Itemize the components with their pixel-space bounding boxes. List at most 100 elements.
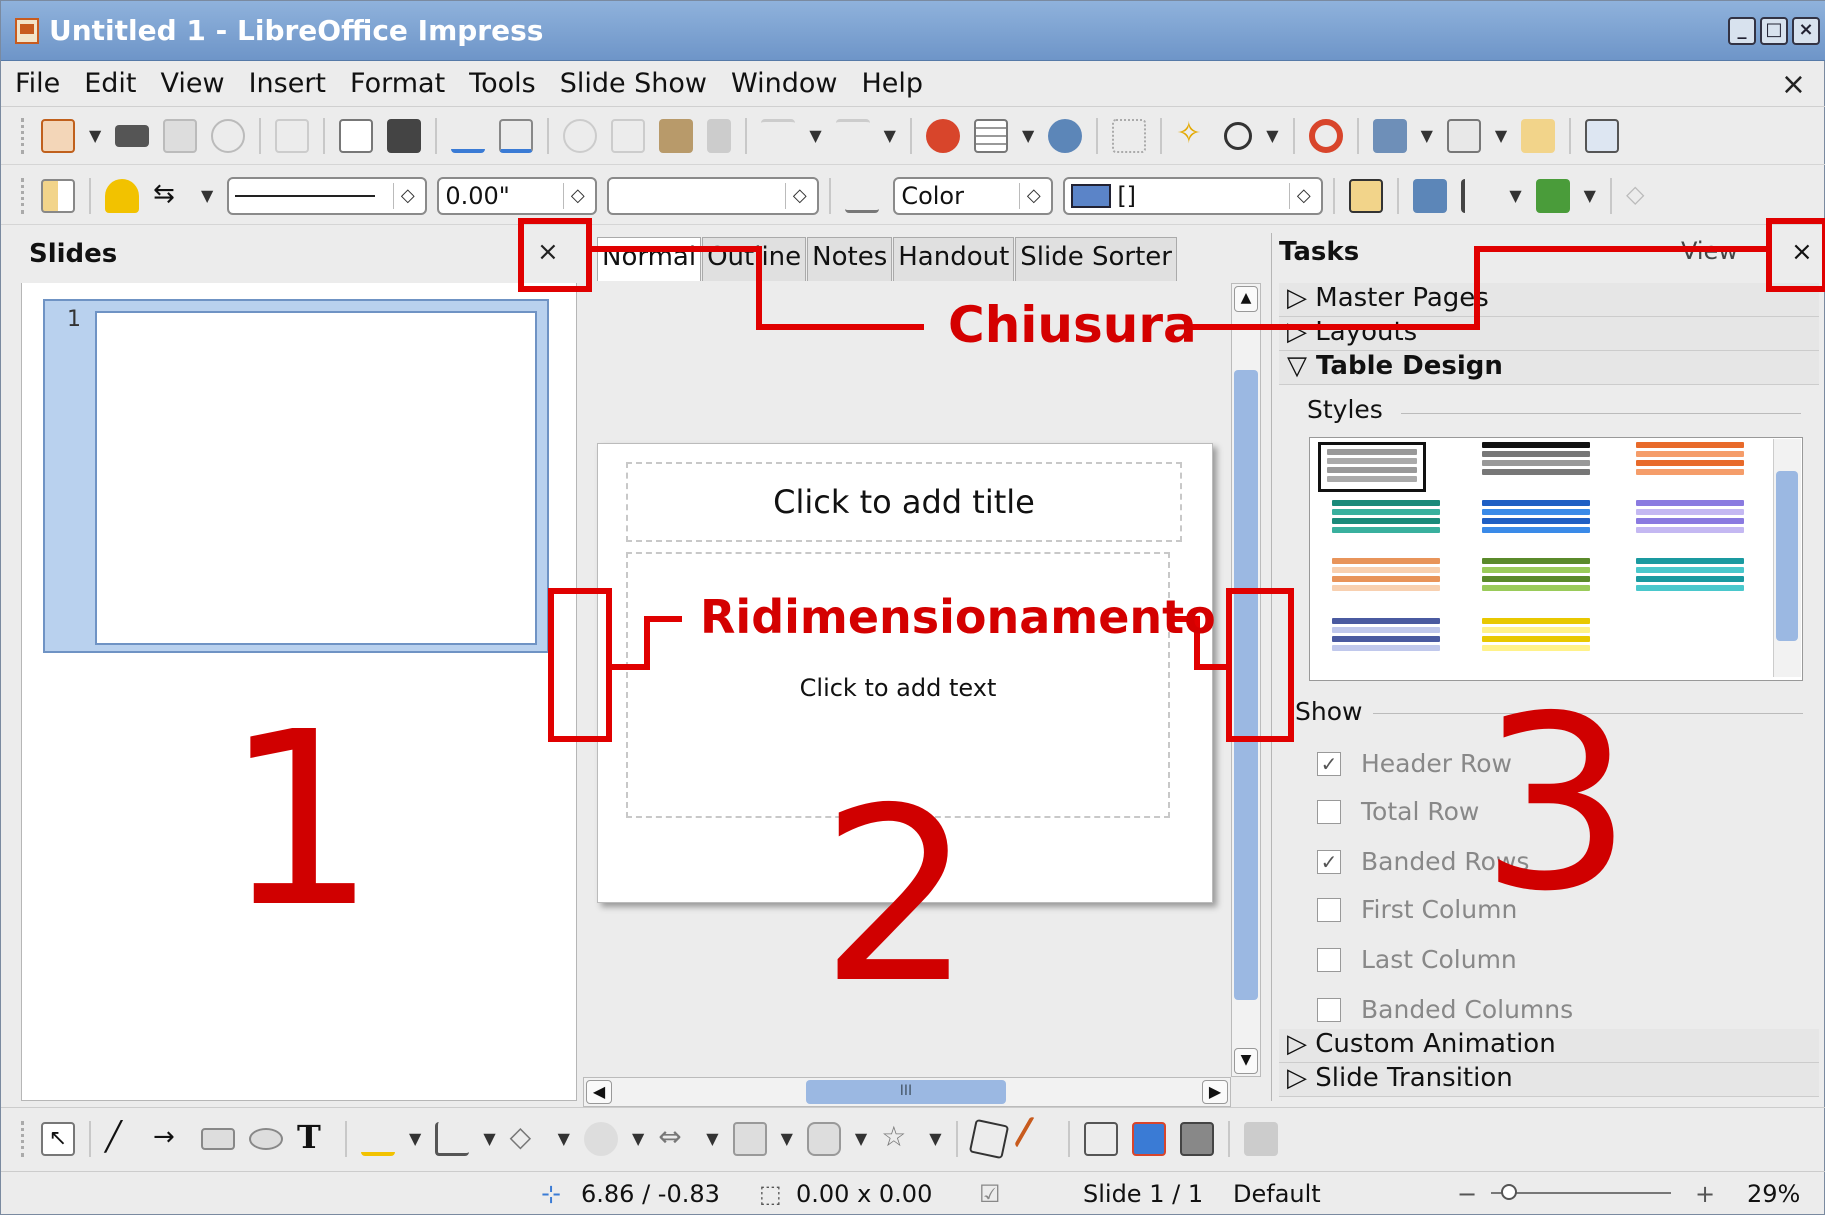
- section-layouts[interactable]: ▷ Layouts: [1279, 317, 1819, 351]
- table-style-blue[interactable]: [1482, 500, 1590, 550]
- paste-icon[interactable]: [659, 118, 694, 153]
- fill-color-select[interactable]: [] ◇: [1063, 176, 1324, 215]
- scroll-up-icon[interactable]: ▲: [1234, 286, 1258, 312]
- export-pdf-icon[interactable]: [339, 118, 374, 153]
- checkbox-total-row[interactable]: Total Row: [1317, 797, 1479, 826]
- checkbox-last-column[interactable]: Last Column: [1317, 945, 1517, 974]
- section-slide-transition[interactable]: ▷ Slide Transition: [1279, 1063, 1819, 1097]
- copy-icon[interactable]: [611, 118, 646, 153]
- connector-tool-icon[interactable]: [435, 1121, 470, 1156]
- scroll-left-icon[interactable]: ◀: [586, 1080, 612, 1104]
- line-tool-icon[interactable]: ╱: [105, 1121, 139, 1156]
- open-folder-icon[interactable]: [115, 124, 150, 147]
- table-style-green[interactable]: [1482, 558, 1590, 608]
- section-custom-animation[interactable]: ▷ Custom Animation: [1279, 1029, 1819, 1063]
- styles-scrollbar[interactable]: [1773, 439, 1801, 677]
- table-styles-list[interactable]: [1309, 437, 1803, 681]
- rectangle-tool-icon[interactable]: [201, 1127, 235, 1150]
- dropdown-arrow-icon[interactable]: ▼: [1266, 126, 1278, 145]
- dropdown-arrow-icon[interactable]: ▼: [1584, 186, 1596, 205]
- spin-icon[interactable]: ◇: [1019, 182, 1047, 209]
- spin-icon[interactable]: ◇: [785, 182, 813, 209]
- dropdown-arrow-icon[interactable]: ▼: [809, 126, 821, 145]
- menu-window[interactable]: Window: [731, 68, 837, 99]
- table-style-black[interactable]: [1482, 442, 1590, 492]
- table-style-default[interactable]: [1318, 442, 1426, 492]
- dropdown-arrow-icon[interactable]: ▼: [483, 1129, 495, 1148]
- dropdown-arrow-icon[interactable]: ▼: [781, 1129, 793, 1148]
- table-icon[interactable]: [973, 118, 1008, 153]
- zoom-out-button[interactable]: −: [1457, 1180, 1477, 1208]
- horizontal-scrollbar[interactable]: ◀ III ▶: [583, 1077, 1231, 1107]
- spin-icon[interactable]: ◇: [393, 182, 421, 209]
- menu-slide-show[interactable]: Slide Show: [560, 68, 707, 99]
- toolbar-grip[interactable]: [21, 117, 27, 154]
- start-slideshow-icon[interactable]: [1585, 118, 1620, 153]
- line-color-select[interactable]: ◇: [607, 176, 820, 215]
- table-style-peach[interactable]: [1332, 558, 1440, 608]
- area-fill-icon[interactable]: [845, 179, 880, 213]
- block-arrows-icon[interactable]: ⇔: [658, 1121, 692, 1156]
- zoom-icon[interactable]: [1224, 121, 1253, 150]
- menu-view[interactable]: View: [160, 68, 224, 99]
- horizontal-scroll-thumb[interactable]: III: [806, 1080, 1006, 1104]
- section-master-pages[interactable]: ▷ Master Pages: [1279, 283, 1819, 317]
- glue-points-icon[interactable]: [1013, 1115, 1060, 1162]
- stars-icon[interactable]: ☆: [881, 1121, 915, 1156]
- close-document-icon[interactable]: ×: [1781, 67, 1806, 102]
- callouts-icon[interactable]: [806, 1121, 841, 1156]
- title-placeholder[interactable]: Click to add title: [626, 462, 1182, 542]
- checkbox-checked-icon[interactable]: ✓: [1317, 751, 1341, 776]
- dropdown-arrow-icon[interactable]: ▼: [89, 126, 101, 145]
- tab-notes[interactable]: Notes: [807, 237, 893, 281]
- navigator-icon[interactable]: ✧: [1176, 118, 1210, 153]
- select-arrow-icon[interactable]: ↖: [41, 1121, 75, 1156]
- zoom-level[interactable]: 29%: [1747, 1180, 1800, 1208]
- dropdown-arrow-icon[interactable]: ▼: [1495, 126, 1507, 145]
- table-style-lavender[interactable]: [1636, 500, 1744, 550]
- checkbox-banded-columns[interactable]: Banded Columns: [1317, 995, 1573, 1024]
- spin-icon[interactable]: ◇: [1289, 182, 1317, 209]
- dropdown-arrow-icon[interactable]: ▼: [1509, 186, 1521, 205]
- dropdown-arrow-icon[interactable]: ▼: [409, 1129, 421, 1148]
- arrow-style-icon[interactable]: ⇆: [153, 179, 187, 213]
- extrusion-icon[interactable]: [1179, 1121, 1214, 1156]
- insert-image-icon[interactable]: [1131, 1121, 1166, 1156]
- text-tool-icon[interactable]: T: [297, 1121, 331, 1156]
- symbol-shapes-icon[interactable]: [583, 1121, 618, 1156]
- scroll-down-icon[interactable]: ▼: [1234, 1048, 1258, 1074]
- ellipse-tool-icon[interactable]: [249, 1127, 283, 1150]
- grid-icon[interactable]: [1112, 118, 1147, 153]
- spellcheck-icon[interactable]: [451, 119, 486, 153]
- table-style-navy[interactable]: [1332, 618, 1440, 668]
- display-grid-icon[interactable]: [1048, 118, 1083, 153]
- tab-normal[interactable]: Normal: [597, 237, 702, 281]
- fill-type-select[interactable]: Color ◇: [893, 176, 1054, 215]
- basic-shapes-icon[interactable]: ◇: [510, 1121, 544, 1156]
- toggle-extrusion-icon[interactable]: [1243, 1121, 1278, 1156]
- maximize-button[interactable]: □: [1760, 17, 1788, 45]
- checkbox-checked-icon[interactable]: ✓: [1317, 849, 1341, 874]
- slide-icon[interactable]: [1372, 118, 1407, 153]
- table-style-cyan[interactable]: [1636, 558, 1744, 608]
- dropdown-arrow-icon[interactable]: ▼: [632, 1129, 644, 1148]
- dropdown-arrow-icon[interactable]: ▼: [929, 1129, 941, 1148]
- menu-tools[interactable]: Tools: [469, 68, 536, 99]
- minimize-button[interactable]: _: [1728, 17, 1756, 45]
- section-table-design[interactable]: ▽ Table Design: [1279, 351, 1819, 385]
- dropdown-arrow-icon[interactable]: ▼: [1022, 126, 1034, 145]
- line-icon[interactable]: [105, 178, 139, 213]
- fontwork-icon[interactable]: [1083, 1121, 1118, 1156]
- toolbar-grip[interactable]: [21, 1120, 27, 1157]
- menu-format[interactable]: Format: [350, 68, 445, 99]
- tab-handout[interactable]: Handout: [893, 237, 1015, 281]
- toolbar-grip[interactable]: [21, 177, 27, 214]
- menu-edit[interactable]: Edit: [84, 68, 136, 99]
- table-style-yellow[interactable]: [1482, 618, 1590, 668]
- checkbox-unchecked-icon[interactable]: [1317, 997, 1341, 1022]
- dropdown-arrow-icon[interactable]: ▼: [706, 1129, 718, 1148]
- tab-outline[interactable]: Outline: [702, 237, 807, 281]
- line-width-field[interactable]: 0.00" ◇: [437, 176, 598, 215]
- points-icon[interactable]: [968, 1118, 1009, 1159]
- align-icon[interactable]: [1461, 178, 1495, 213]
